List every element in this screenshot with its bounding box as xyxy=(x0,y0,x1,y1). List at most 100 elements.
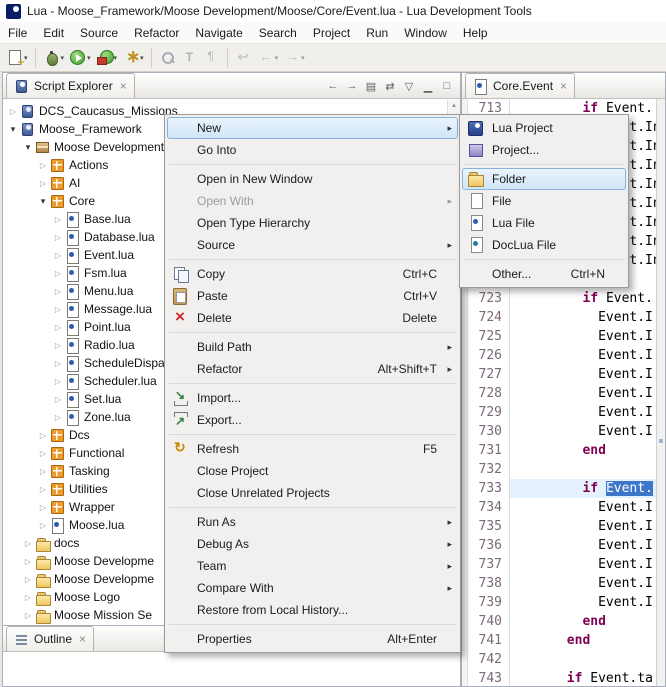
context-menu-item-close-project[interactable]: Close Project xyxy=(167,460,458,482)
open-wizard-button[interactable]: ▾ xyxy=(120,46,146,70)
menubar-item-project[interactable]: Project xyxy=(305,24,358,42)
context-menu-item-paste[interactable]: PasteCtrl+V xyxy=(167,285,458,307)
context-menu-item-restore-from-local-history[interactable]: Restore from Local History... xyxy=(167,599,458,621)
open-type-button[interactable] xyxy=(179,46,200,70)
new-submenu-item-folder[interactable]: Folder xyxy=(462,168,626,190)
menubar-item-help[interactable]: Help xyxy=(455,24,496,42)
code-line[interactable]: 729 Event.I xyxy=(468,403,656,422)
expand-arrow-icon[interactable]: ▷ xyxy=(22,539,34,548)
tab-outline[interactable]: Outline × xyxy=(6,626,94,651)
expand-arrow-icon[interactable]: ▷ xyxy=(52,269,64,278)
menubar-item-edit[interactable]: Edit xyxy=(35,24,72,42)
code-line[interactable]: 733 if Event. xyxy=(468,479,656,498)
context-menu-item-team[interactable]: Team▸ xyxy=(167,555,458,577)
collapse-arrow-icon[interactable]: ▾ xyxy=(37,196,49,207)
context-menu-item-copy[interactable]: CopyCtrl+C xyxy=(167,263,458,285)
code-line[interactable]: 743 if Event.ta xyxy=(468,669,656,686)
expand-arrow-icon[interactable]: ▷ xyxy=(22,575,34,584)
show-whitespace-button[interactable] xyxy=(201,46,222,70)
code-line[interactable]: 740 end xyxy=(468,612,656,631)
code-line[interactable]: 734 Event.I xyxy=(468,498,656,517)
code-line[interactable]: 731 end xyxy=(468,441,656,460)
expand-arrow-icon[interactable]: ▷ xyxy=(52,377,64,386)
context-menu-item-open-with[interactable]: Open With▸ xyxy=(167,190,458,212)
view-menu-icon[interactable]: ▽ xyxy=(401,78,417,94)
context-menu-item-properties[interactable]: PropertiesAlt+Enter xyxy=(167,628,458,650)
expand-arrow-icon[interactable]: ▷ xyxy=(52,323,64,332)
run-button[interactable]: ▾ xyxy=(67,46,93,70)
context-menu-item-open-in-new-window[interactable]: Open in New Window xyxy=(167,168,458,190)
expand-arrow-icon[interactable]: ▷ xyxy=(37,431,49,440)
expand-arrow-icon[interactable]: ▷ xyxy=(52,305,64,314)
new-submenu-item-other[interactable]: Other...Ctrl+N xyxy=(462,263,626,285)
context-menu-item-refresh[interactable]: RefreshF5 xyxy=(167,438,458,460)
maximize-icon[interactable]: □ xyxy=(439,78,455,94)
new-wizard-button[interactable]: ▾ xyxy=(4,46,30,70)
expand-arrow-icon[interactable]: ▷ xyxy=(22,557,34,566)
link-with-editor-icon[interactable]: ⇄ xyxy=(382,78,398,94)
code-line[interactable]: 725 Event.I xyxy=(468,327,656,346)
expand-arrow-icon[interactable]: ▷ xyxy=(52,413,64,422)
overview-ruler[interactable] xyxy=(656,99,665,686)
expand-arrow-icon[interactable]: ▷ xyxy=(37,503,49,512)
expand-arrow-icon[interactable]: ▷ xyxy=(22,611,34,620)
code-line[interactable]: 739 Event.I xyxy=(468,593,656,612)
expand-arrow-icon[interactable]: ▷ xyxy=(37,179,49,188)
expand-arrow-icon[interactable]: ▷ xyxy=(52,215,64,224)
code-line[interactable]: 727 Event.I xyxy=(468,365,656,384)
collapse-all-icon[interactable]: ▤ xyxy=(363,78,379,94)
expand-arrow-icon[interactable]: ▷ xyxy=(52,395,64,404)
code-line[interactable]: 728 Event.I xyxy=(468,384,656,403)
debug-button[interactable]: ▾ xyxy=(41,46,67,70)
menubar-item-source[interactable]: Source xyxy=(72,24,126,42)
expand-arrow-icon[interactable]: ▷ xyxy=(52,287,64,296)
back-icon[interactable]: ← xyxy=(325,78,341,94)
forward-button[interactable]: ▾ xyxy=(281,46,307,70)
close-icon[interactable]: × xyxy=(79,632,86,646)
context-menu-item-new[interactable]: New▸ xyxy=(167,117,458,139)
context-menu-item-go-into[interactable]: Go Into xyxy=(167,139,458,161)
forward-icon[interactable]: → xyxy=(344,78,360,94)
search-button[interactable] xyxy=(157,46,178,70)
back-button[interactable]: ▾ xyxy=(255,46,281,70)
scroll-up-icon[interactable]: ▲ xyxy=(448,100,460,112)
code-line[interactable]: 741 end xyxy=(468,631,656,650)
menubar-item-run[interactable]: Run xyxy=(358,24,396,42)
code-line[interactable]: 724 Event.I xyxy=(468,308,656,327)
code-line[interactable]: 726 Event.I xyxy=(468,346,656,365)
menubar-item-window[interactable]: Window xyxy=(396,24,455,42)
context-menu-item-import[interactable]: Import... xyxy=(167,387,458,409)
code-line[interactable]: 736 Event.I xyxy=(468,536,656,555)
new-submenu-item-project[interactable]: Project... xyxy=(462,139,626,161)
close-icon[interactable]: × xyxy=(120,79,127,93)
collapse-arrow-icon[interactable]: ▾ xyxy=(7,124,19,135)
context-menu-item-run-as[interactable]: Run As▸ xyxy=(167,511,458,533)
expand-arrow-icon[interactable]: ▷ xyxy=(37,161,49,170)
context-menu-item-debug-as[interactable]: Debug As▸ xyxy=(167,533,458,555)
expand-arrow-icon[interactable]: ▷ xyxy=(37,467,49,476)
expand-arrow-icon[interactable]: ▷ xyxy=(22,593,34,602)
tab-script-explorer[interactable]: Script Explorer × xyxy=(6,73,135,98)
expand-arrow-icon[interactable]: ▷ xyxy=(37,521,49,530)
code-line[interactable]: 730 Event.I xyxy=(468,422,656,441)
context-menu-item-open-type-hierarchy[interactable]: Open Type Hierarchy xyxy=(167,212,458,234)
context-menu-item-build-path[interactable]: Build Path▸ xyxy=(167,336,458,358)
context-menu-item-refactor[interactable]: RefactorAlt+Shift+T▸ xyxy=(167,358,458,380)
new-submenu-item-file[interactable]: File xyxy=(462,190,626,212)
menubar-item-search[interactable]: Search xyxy=(251,24,305,42)
minimize-icon[interactable]: ▁ xyxy=(420,78,436,94)
context-menu-item-delete[interactable]: DeleteDelete xyxy=(167,307,458,329)
context-menu-item-close-unrelated-projects[interactable]: Close Unrelated Projects xyxy=(167,482,458,504)
expand-arrow-icon[interactable]: ▷ xyxy=(52,359,64,368)
code-line[interactable]: 723 if Event. xyxy=(468,289,656,308)
expand-arrow-icon[interactable]: ▷ xyxy=(37,449,49,458)
code-line[interactable]: 732 xyxy=(468,460,656,479)
context-menu-item-export[interactable]: Export... xyxy=(167,409,458,431)
expand-arrow-icon[interactable]: ▷ xyxy=(37,485,49,494)
new-submenu-item-lua-project[interactable]: Lua Project xyxy=(462,117,626,139)
external-tools-button[interactable]: ▾ xyxy=(94,46,120,70)
tab-core-event[interactable]: Core.Event × xyxy=(465,73,575,98)
close-icon[interactable]: × xyxy=(560,79,567,93)
collapse-arrow-icon[interactable]: ▾ xyxy=(22,142,34,153)
expand-arrow-icon[interactable]: ▷ xyxy=(7,107,19,116)
